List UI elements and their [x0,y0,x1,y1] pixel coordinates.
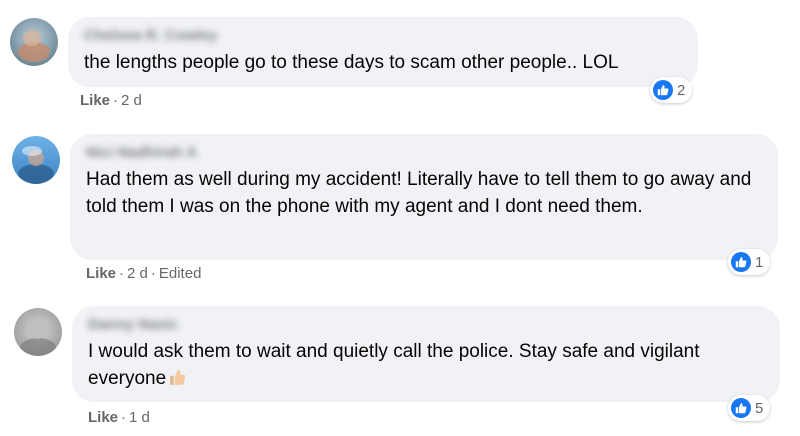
comment-text: the lengths people go to these days to s… [84,52,619,73]
reaction-count: 1 [755,253,764,271]
comment-bubble: Danny Nasic I would ask them to wait and… [72,306,780,402]
avatar[interactable] [14,308,62,356]
comment-actions: Like · 2 d · Edited [86,265,201,282]
comment-text: I would ask them to wait and quietly cal… [88,338,764,392]
comment: Danny Nasic I would ask them to wait and… [0,292,800,436]
comment-author[interactable]: Danny Nasic [88,316,764,334]
comment-author[interactable]: Chelsea R. Cowley [84,27,682,45]
separator-dot: · [119,265,125,282]
reaction-count: 5 [755,399,764,417]
reaction-summary[interactable]: 1 [728,249,771,275]
edited-label[interactable]: Edited [159,265,202,282]
separator-dot: · [150,265,156,282]
comment-timestamp[interactable]: 1 d [129,409,150,426]
comment-actions: Like · 2 d [80,92,142,109]
reaction-summary[interactable]: 2 [650,77,693,103]
separator-dot: · [113,92,119,109]
like-thumbs-up-icon [731,252,751,272]
avatar[interactable] [10,18,58,66]
comment-text: Had them as well during my accident! Lit… [86,169,752,217]
comment-timestamp[interactable]: 2 d [121,92,142,109]
comment-bubble: Nici Nadhirah A Had them as well during … [70,134,778,260]
reaction-summary[interactable]: 5 [728,395,771,421]
comment: Nici Nadhirah A Had them as well during … [0,120,800,292]
avatar[interactable] [12,136,60,184]
separator-dot: · [121,409,127,426]
like-thumbs-up-icon [653,80,673,100]
like-thumbs-up-icon [731,398,751,418]
comment: Chelsea R. Cowley the lengths people go … [0,0,800,120]
like-button[interactable]: Like [80,92,110,109]
comment-author[interactable]: Nici Nadhirah A [86,144,762,162]
comment-actions: Like · 1 d [88,409,150,426]
thumbs-up-emoji-icon [168,367,186,385]
like-button[interactable]: Like [86,265,116,282]
reaction-count: 2 [677,81,686,99]
comment-timestamp[interactable]: 2 d [127,265,148,282]
comment-bubble: Chelsea R. Cowley the lengths people go … [68,17,698,87]
like-button[interactable]: Like [88,409,118,426]
